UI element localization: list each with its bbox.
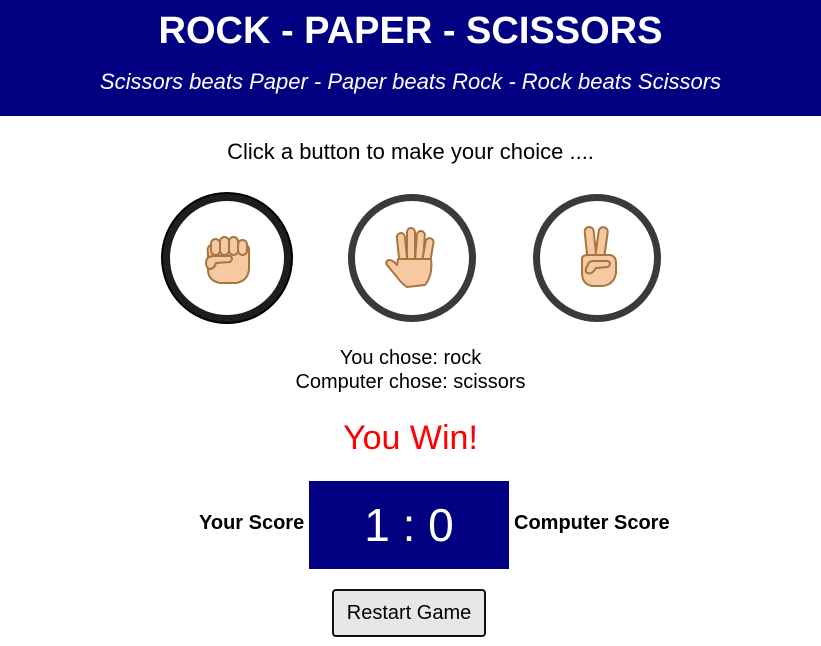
scoreboard: Your Score 1 : 0 Computer Score xyxy=(0,481,821,569)
choice-prompt: Click a button to make your choice .... xyxy=(227,139,594,164)
open-hand-icon xyxy=(385,227,435,288)
round-outcome: You Win! xyxy=(343,419,478,457)
paper-button[interactable] xyxy=(348,194,476,322)
restart-game-button[interactable]: Restart Game xyxy=(332,589,486,637)
your-score-label: Your Score xyxy=(199,512,305,534)
victory-hand-icon xyxy=(581,226,617,287)
header: ROCK - PAPER - SCISSORS Scissors beats P… xyxy=(0,0,821,116)
computer-score-label: Computer Score xyxy=(514,512,670,534)
computer-choice-text: Computer chose: scissors xyxy=(295,371,526,393)
fist-icon xyxy=(205,236,251,284)
game-rules-subtitle: Scissors beats Paper - Paper beats Rock … xyxy=(99,69,722,94)
game-title: ROCK - PAPER - SCISSORS xyxy=(158,10,663,52)
choice-buttons xyxy=(0,194,821,324)
score-display: 1 : 0 xyxy=(309,481,509,569)
player-choice-text: You chose: rock xyxy=(339,347,482,369)
rock-button[interactable] xyxy=(163,194,291,322)
choice-results: You chose: rock Computer chose: scissors xyxy=(0,346,821,394)
scissors-button[interactable] xyxy=(533,194,661,322)
